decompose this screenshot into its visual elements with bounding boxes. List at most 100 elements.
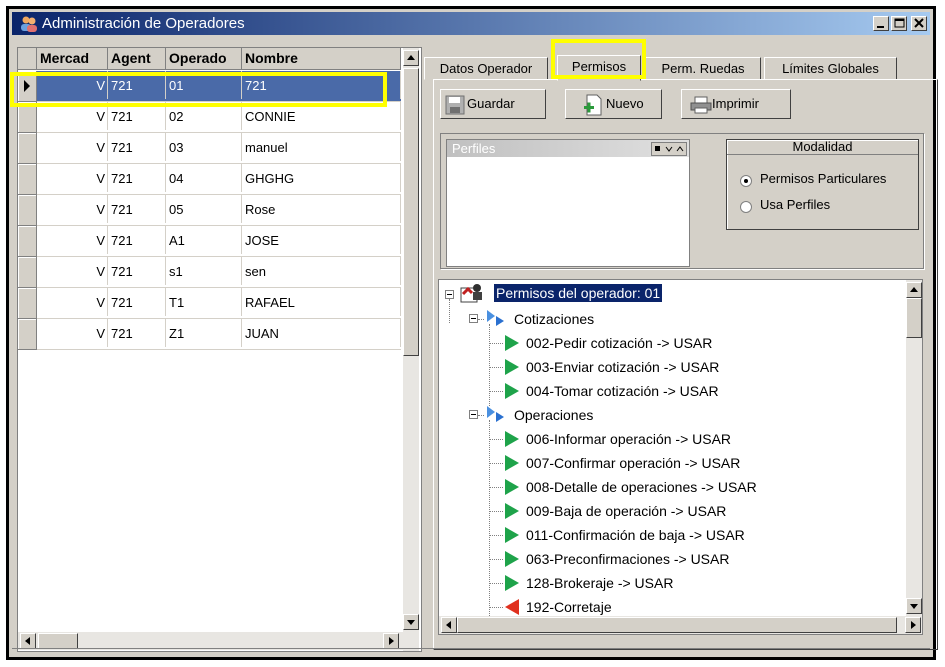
tree-hscroll-thumb[interactable] (457, 617, 897, 633)
folder-arrow-icon (487, 406, 504, 422)
column-header-nombre[interactable]: Nombre (242, 48, 401, 70)
column-header-mercado[interactable]: Mercad (37, 48, 108, 70)
cell-nombre[interactable]: sen (242, 257, 401, 285)
permission-item[interactable]: 006-Informar operación -> USAR (526, 430, 731, 448)
table-row[interactable]: V 721 T1 RAFAEL (18, 288, 401, 319)
collapse-group-toggle[interactable] (469, 410, 478, 419)
cell-operador[interactable]: A1 (166, 226, 242, 254)
permission-item[interactable]: 011-Confirmación de baja -> USAR (526, 526, 745, 544)
tree-scroll-right-button[interactable] (905, 617, 921, 633)
cell-agente[interactable]: 721 (108, 164, 166, 192)
cell-mercado[interactable]: V (37, 164, 108, 192)
cell-operador[interactable]: s1 (166, 257, 242, 285)
tree-root[interactable]: Permisos del operador: 01 (494, 284, 663, 302)
row-indicator[interactable] (18, 164, 37, 195)
cell-mercado[interactable]: V (37, 319, 108, 347)
table-row[interactable]: V 721 04 GHGHG (18, 164, 401, 195)
tree-scroll-thumb[interactable] (906, 298, 922, 338)
cell-agente[interactable]: 721 (108, 257, 166, 285)
minimize-button[interactable] (873, 16, 889, 31)
close-button[interactable] (911, 16, 927, 31)
tree-group-label[interactable]: Operaciones (514, 406, 593, 424)
scroll-down-button[interactable] (403, 614, 419, 630)
cell-nombre[interactable]: GHGHG (242, 164, 401, 192)
cell-mercado[interactable]: V (37, 257, 108, 285)
scroll-right-button[interactable] (383, 633, 399, 649)
cell-nombre[interactable]: JUAN (242, 319, 401, 347)
permission-item[interactable]: 002-Pedir cotización -> USAR (526, 334, 712, 352)
permission-item[interactable]: 063-Preconfirmaciones -> USAR (526, 550, 729, 568)
cell-agente[interactable]: 721 (108, 319, 166, 347)
radio-usa-perfiles[interactable] (740, 201, 752, 213)
cell-operador[interactable]: 05 (166, 195, 242, 223)
permission-item[interactable]: 009-Baja de operación -> USAR (526, 502, 726, 520)
permission-item[interactable]: 007-Confirmar operación -> USAR (526, 454, 740, 472)
permission-item[interactable]: 003-Enviar cotización -> USAR (526, 358, 719, 376)
tree-vertical-scrollbar[interactable] (906, 280, 922, 616)
permissions-tree[interactable]: Permisos del operador: 01 Cotizaciones 00… (438, 279, 923, 635)
tree-scroll-down-button[interactable] (906, 598, 922, 614)
tree-scroll-left-button[interactable] (441, 617, 457, 633)
tab-perm-ruedas[interactable]: Perm. Ruedas (645, 57, 761, 80)
tree-group-label[interactable]: Cotizaciones (514, 310, 594, 328)
cell-mercado[interactable]: V (37, 226, 108, 254)
row-indicator[interactable] (18, 319, 37, 350)
row-indicator[interactable] (18, 226, 37, 257)
table-row[interactable]: V 721 s1 sen (18, 257, 401, 288)
tree-scroll-up-button[interactable] (906, 282, 922, 298)
print-button[interactable]: Imprimir (681, 89, 791, 119)
cell-nombre[interactable]: RAFAEL (242, 288, 401, 316)
column-header-operador[interactable]: Operado (166, 48, 242, 70)
cell-operador[interactable]: Z1 (166, 319, 242, 347)
cell-agente[interactable]: 721 (108, 226, 166, 254)
row-indicator[interactable] (18, 257, 37, 288)
table-row[interactable]: V 721 A1 JOSE (18, 226, 401, 257)
save-button[interactable]: Guardar (440, 89, 546, 119)
collapse-root-toggle[interactable] (445, 290, 454, 299)
permission-item[interactable]: 192-Corretaje (526, 598, 612, 616)
allowed-arrow-icon (505, 455, 519, 471)
table-row[interactable]: V 721 05 Rose (18, 195, 401, 226)
permission-item[interactable]: 008-Detalle de operaciones -> USAR (526, 478, 757, 496)
radio-usa-perfiles-label[interactable]: Usa Perfiles (760, 197, 830, 212)
cell-nombre[interactable]: manuel (242, 133, 401, 161)
cell-agente[interactable]: 721 (108, 195, 166, 223)
cell-nombre[interactable]: JOSE (242, 226, 401, 254)
cell-operador[interactable]: T1 (166, 288, 242, 316)
hscroll-thumb[interactable] (38, 633, 78, 649)
tab-datos-operador[interactable]: Datos Operador (424, 57, 548, 80)
cell-mercado[interactable]: V (37, 288, 108, 316)
title-bar[interactable]: Administración de Operadores (12, 12, 930, 35)
row-indicator[interactable] (18, 133, 37, 164)
operators-grid[interactable]: Mercad Agent Operado Nombre V 721 01 721 V 72… (17, 47, 422, 652)
radio-permisos-particulares[interactable] (740, 175, 752, 187)
row-indicator[interactable] (18, 288, 37, 319)
cell-operador[interactable]: 04 (166, 164, 242, 192)
permission-item[interactable]: 128-Brokeraje -> USAR (526, 574, 673, 592)
cell-mercado[interactable]: V (37, 195, 108, 223)
new-button[interactable]: Nuevo (565, 89, 662, 119)
grid-vertical-scrollbar[interactable] (403, 48, 419, 651)
floppy-disk-icon (445, 95, 465, 115)
table-row[interactable]: V 721 Z1 JUAN (18, 319, 401, 350)
operator-permissions-icon (460, 284, 482, 303)
tree-horizontal-scrollbar[interactable] (439, 616, 922, 634)
cell-nombre[interactable]: Rose (242, 195, 401, 223)
cell-agente[interactable]: 721 (108, 133, 166, 161)
restore-button[interactable] (891, 16, 907, 31)
cell-operador[interactable]: 03 (166, 133, 242, 161)
scroll-left-button[interactable] (20, 633, 36, 649)
scroll-up-button[interactable] (403, 50, 419, 66)
tab-limites-globales[interactable]: Límites Globales (764, 57, 897, 80)
cell-agente[interactable]: 721 (108, 288, 166, 316)
radio-permisos-particulares-label[interactable]: Permisos Particulares (760, 171, 886, 186)
cell-mercado[interactable]: V (37, 133, 108, 161)
column-header-agente[interactable]: Agent (108, 48, 166, 70)
perfiles-panel-controls[interactable] (651, 142, 687, 156)
table-row[interactable]: V 721 03 manuel (18, 133, 401, 164)
permission-item[interactable]: 004-Tomar cotización -> USAR (526, 382, 719, 400)
collapse-group-toggle[interactable] (469, 314, 478, 323)
perfiles-panel[interactable]: Perfiles (446, 139, 690, 267)
row-indicator[interactable] (18, 195, 37, 226)
scroll-thumb[interactable] (403, 68, 419, 356)
